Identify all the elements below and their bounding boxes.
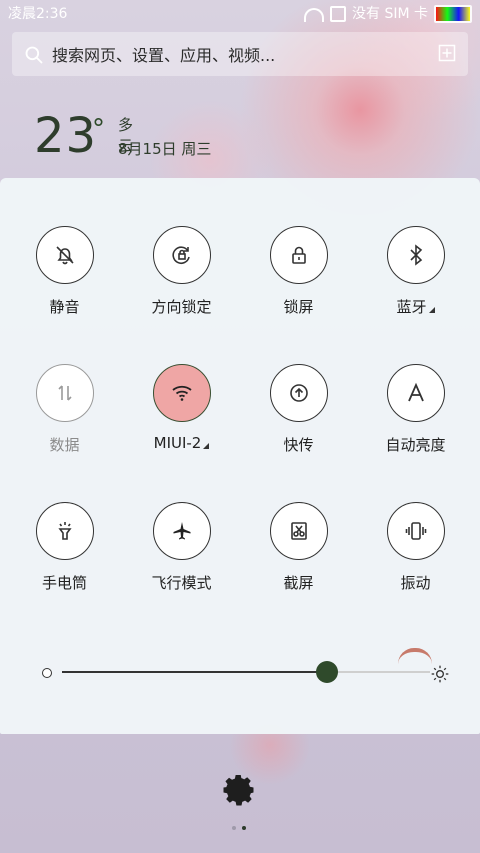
toggle-bluetooth[interactable]: 蓝牙 [357, 226, 474, 317]
toggle-label: MIUI-2 [123, 434, 240, 452]
bell-off-icon [55, 246, 74, 265]
brightness-high-icon [430, 664, 450, 684]
toggle-row: 静音 方向锁定 锁屏 蓝牙 [0, 226, 480, 364]
auto-brightness-arc [398, 648, 432, 664]
status-time: 凌晨2:36 [8, 6, 68, 22]
brightness-slider[interactable] [40, 648, 450, 688]
flashlight-icon [57, 522, 72, 540]
lock-icon [291, 246, 306, 264]
auto-brightness-icon [407, 382, 424, 402]
search-icon [24, 45, 43, 64]
toggle-circle[interactable] [152, 364, 211, 422]
toggle-row: 数据 MIUI-2 快传 自动亮度 [0, 364, 480, 502]
data-arrows-icon [57, 385, 72, 401]
toggle-circle[interactable] [269, 226, 328, 284]
status-bar: 凌晨2:36 没有 SIM 卡 [0, 0, 480, 28]
toggle-circle[interactable] [152, 226, 211, 284]
weather-date: 8月15日 周三 [118, 140, 212, 158]
battery-icon [434, 5, 472, 23]
scan-icon[interactable] [438, 44, 456, 62]
toggle-label: 振动 [400, 574, 431, 592]
toggle-label: 锁屏 [283, 298, 314, 316]
brightness-thumb[interactable] [315, 661, 338, 683]
page-indicator [232, 826, 246, 830]
toggle-label: 方向锁定 [151, 298, 212, 316]
temperature: 23 [34, 108, 98, 164]
bluetooth-icon [409, 244, 422, 266]
toggle-row: 手电筒 飞行模式 截屏 振动 [0, 502, 480, 640]
page-dot-active [242, 826, 246, 830]
toggle-lock-screen[interactable]: 锁屏 [240, 226, 357, 317]
expand-corner-icon[interactable] [203, 443, 210, 449]
toggle-circle[interactable] [386, 502, 445, 560]
status-right: 没有 SIM 卡 [304, 0, 472, 28]
toggle-share[interactable]: 快传 [240, 364, 357, 455]
toggle-auto-brightness[interactable]: 自动亮度 [357, 364, 474, 455]
toggle-circle[interactable] [35, 502, 94, 560]
expand-corner-icon[interactable] [428, 307, 435, 313]
airplane-icon [173, 522, 190, 540]
toggle-label: 数据 [49, 436, 80, 454]
brightness-fill [62, 671, 327, 673]
vibrate-icon [405, 522, 426, 540]
rotate-lock-icon [171, 246, 190, 264]
toggle-silent[interactable]: 静音 [6, 226, 123, 317]
toggle-airplane[interactable]: 飞行模式 [123, 502, 240, 593]
screenshot-scissors-icon [290, 522, 307, 540]
toggle-circle[interactable] [35, 226, 94, 284]
toggle-circle[interactable] [269, 502, 328, 560]
wifi-icon [171, 385, 192, 401]
toggle-circle[interactable] [35, 364, 94, 422]
toggle-label: 静音 [49, 298, 80, 316]
toggle-circle[interactable] [386, 364, 445, 422]
toggle-circle[interactable] [386, 226, 445, 284]
toggle-label: 截屏 [283, 574, 314, 592]
toggle-screenshot[interactable]: 截屏 [240, 502, 357, 593]
toggle-circle[interactable] [152, 502, 211, 560]
settings-gear-icon[interactable] [222, 772, 258, 808]
upload-circle-icon [289, 384, 308, 402]
weather-widget[interactable]: 23 ° 多云 8月15日 周三 [34, 108, 211, 164]
degree-symbol: ° [92, 114, 105, 144]
toggle-vibrate[interactable]: 振动 [357, 502, 474, 593]
toggle-flashlight[interactable]: 手电筒 [6, 502, 123, 593]
toggle-label: 飞行模式 [151, 574, 212, 592]
page-dot [232, 826, 236, 830]
quick-settings-panel: 静音 方向锁定 锁屏 蓝牙 数据 MIUI-2 快传 自动亮度 手电筒 飞行模式… [0, 178, 480, 734]
toggle-mobile-data[interactable]: 数据 [6, 364, 123, 455]
toggle-circle[interactable] [269, 364, 328, 422]
toggle-label: 蓝牙 [357, 296, 474, 317]
toggle-label-text: 蓝牙 [396, 298, 427, 316]
toggle-grid: 静音 方向锁定 锁屏 蓝牙 数据 MIUI-2 快传 自动亮度 手电筒 飞行模式… [0, 226, 480, 640]
toggle-rotation-lock[interactable]: 方向锁定 [123, 226, 240, 317]
toggle-wifi[interactable]: MIUI-2 [123, 364, 240, 452]
network-status-text: 没有 SIM 卡 [352, 6, 428, 22]
brightness-low-icon [42, 668, 52, 678]
toggle-label: 自动亮度 [385, 436, 446, 454]
toggle-label: 快传 [283, 436, 314, 454]
wifi-status-icon [304, 8, 324, 22]
toggle-label-text: MIUI-2 [153, 434, 202, 452]
sim-status-icon [330, 6, 346, 22]
search-bar[interactable]: 搜索网页、设置、应用、视频... [12, 32, 468, 76]
search-placeholder: 搜索网页、设置、应用、视频... [52, 46, 276, 65]
toggle-label: 手电筒 [41, 574, 87, 592]
